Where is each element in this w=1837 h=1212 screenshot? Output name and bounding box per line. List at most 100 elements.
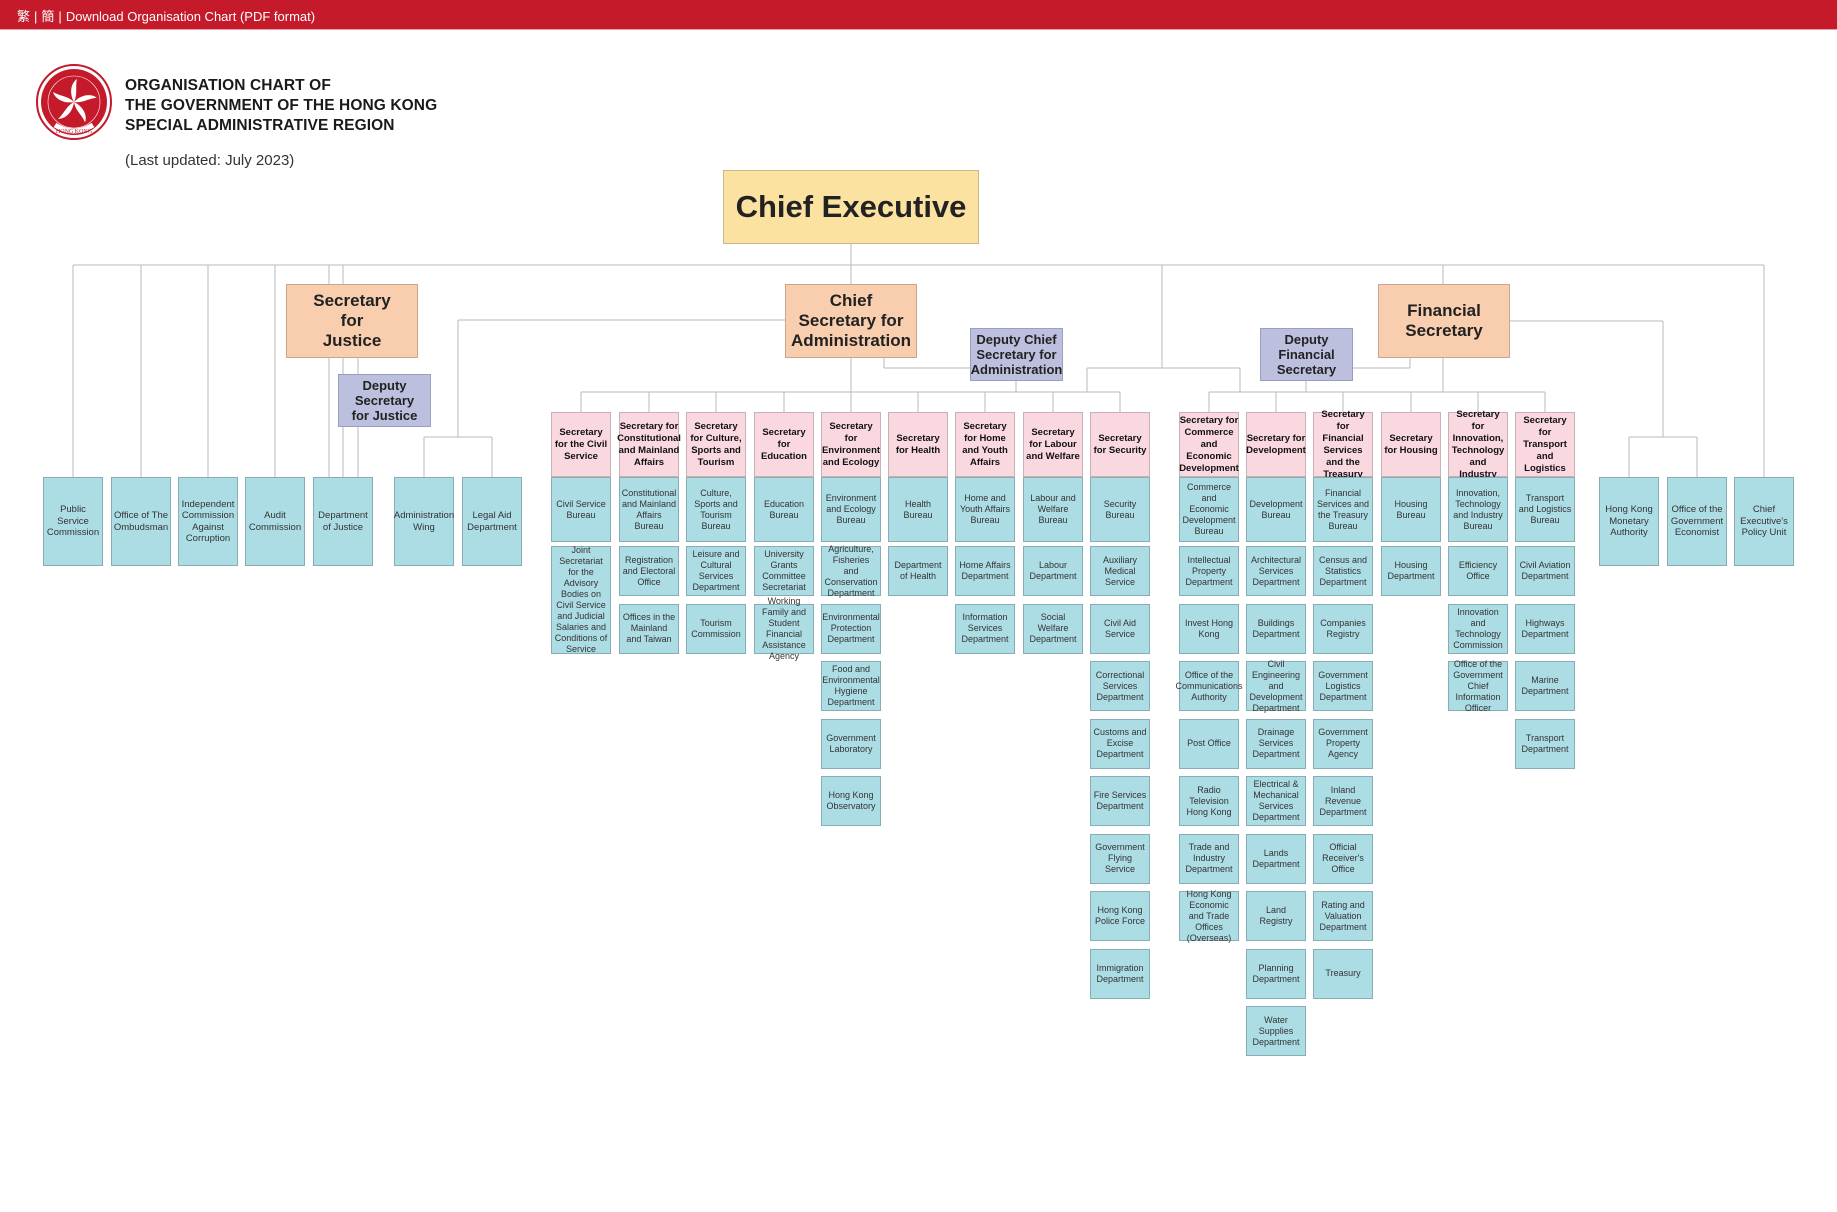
- department-correctional-services-department[interactable]: Correctional Services Department: [1090, 661, 1150, 711]
- unit-legal-aid-department[interactable]: Legal Aid Department: [462, 477, 522, 566]
- bureau-education-bureau[interactable]: Education Bureau: [754, 477, 814, 542]
- deputy-financial-secretary-box[interactable]: Deputy Financial Secretary: [1260, 328, 1353, 381]
- secretary-secretary-for-innovation-technology-and-industry[interactable]: Secretary for Innovation, Technology and…: [1448, 409, 1508, 480]
- bureau-housing-bureau[interactable]: Housing Bureau: [1381, 477, 1441, 542]
- chief-secretary-box[interactable]: Chief Secretary for Administration: [785, 284, 917, 358]
- download-pdf-link[interactable]: Download Organisation Chart (PDF format): [66, 9, 315, 24]
- department-innovation-and-technology-commission[interactable]: Innovation and Technology Commission: [1448, 603, 1508, 654]
- unit-department-of-justice[interactable]: Department of Justice: [313, 477, 373, 566]
- department-rating-and-valuation-department[interactable]: Rating and Valuation Department: [1313, 891, 1373, 941]
- unit-public-service-commission[interactable]: Public Service Commission: [43, 477, 103, 566]
- department-office-of-the-government-chief-information-officer[interactable]: Office of the Government Chief Informati…: [1448, 659, 1508, 713]
- department-architectural-services-department[interactable]: Architectural Services Department: [1246, 546, 1306, 596]
- department-efficiency-office[interactable]: Efficiency Office: [1448, 546, 1508, 596]
- bureau-commerce-and-economic-development-bureau[interactable]: Commerce and Economic Development Bureau: [1179, 477, 1239, 542]
- department-housing-department[interactable]: Housing Department: [1381, 546, 1441, 596]
- secretary-secretary-for-transport-and-logistics[interactable]: Secretary for Transport and Logistics: [1515, 412, 1575, 477]
- department-office-of-the-communications-authority[interactable]: Office of the Communications Authority: [1176, 661, 1243, 711]
- secretary-secretary-for-home-and-youth-affairs[interactable]: Secretary for Home and Youth Affairs: [955, 412, 1015, 477]
- department-joint-secretariat-for-the-advisory-bodies-on-civil-service-and-judicial-salaries-and-conditions-of-service[interactable]: Joint Secretariat for the Advisory Bodie…: [551, 545, 611, 654]
- department-agriculture-fisheries-and-conservation-department[interactable]: Agriculture, Fisheries and Conservation …: [821, 544, 881, 598]
- secretary-secretary-for-security[interactable]: Secretary for Security: [1090, 412, 1150, 477]
- department-leisure-and-cultural-services-department[interactable]: Leisure and Cultural Services Department: [686, 546, 746, 596]
- department-auxiliary-medical-service[interactable]: Auxiliary Medical Service: [1090, 546, 1150, 596]
- department-census-and-statistics-department[interactable]: Census and Statistics Department: [1313, 546, 1373, 596]
- simplified-chinese-link[interactable]: 簡: [41, 9, 54, 24]
- department-land-registry[interactable]: Land Registry: [1246, 891, 1306, 941]
- secretary-secretary-for-labour-and-welfare[interactable]: Secretary for Labour and Welfare: [1023, 412, 1083, 477]
- department-government-logistics-department[interactable]: Government Logistics Department: [1313, 661, 1373, 711]
- department-home-affairs-department[interactable]: Home Affairs Department: [955, 546, 1015, 596]
- department-customs-and-excise-department[interactable]: Customs and Excise Department: [1090, 718, 1150, 769]
- department-buildings-department[interactable]: Buildings Department: [1246, 603, 1306, 654]
- bureau-environment-and-ecology-bureau[interactable]: Environment and Ecology Bureau: [821, 477, 881, 542]
- department-trade-and-industry-department[interactable]: Trade and Industry Department: [1179, 833, 1239, 884]
- department-inland-revenue-department[interactable]: Inland Revenue Department: [1313, 776, 1373, 826]
- department-post-office[interactable]: Post Office: [1179, 718, 1239, 769]
- secretary-secretary-for-the-civil-service[interactable]: Secretary for the Civil Service: [551, 412, 611, 477]
- department-highways-department[interactable]: Highways Department: [1515, 603, 1575, 654]
- department-transport-department[interactable]: Transport Department: [1515, 718, 1575, 769]
- traditional-chinese-link[interactable]: 繁: [17, 9, 30, 24]
- department-planning-department[interactable]: Planning Department: [1246, 948, 1306, 999]
- department-government-laboratory[interactable]: Government Laboratory: [821, 718, 881, 769]
- department-treasury[interactable]: Treasury: [1313, 948, 1373, 999]
- department-civil-aviation-department[interactable]: Civil Aviation Department: [1515, 546, 1575, 596]
- department-radio-television-hong-kong[interactable]: Radio Television Hong Kong: [1179, 776, 1239, 826]
- unit-audit-commission[interactable]: Audit Commission: [245, 477, 305, 566]
- bureau-transport-and-logistics-bureau[interactable]: Transport and Logistics Bureau: [1515, 477, 1575, 542]
- unit-independent-commission-against-corruption[interactable]: Independent Commission Against Corruptio…: [178, 477, 238, 566]
- bureau-security-bureau[interactable]: Security Bureau: [1090, 477, 1150, 542]
- bureau-health-bureau[interactable]: Health Bureau: [888, 477, 948, 542]
- secretary-secretary-for-education[interactable]: Secretary for Education: [754, 412, 814, 477]
- bureau-labour-and-welfare-bureau[interactable]: Labour and Welfare Bureau: [1023, 477, 1083, 542]
- unit-chief-executive-s-policy-unit[interactable]: Chief Executive's Policy Unit: [1734, 477, 1794, 566]
- department-labour-department[interactable]: Labour Department: [1023, 546, 1083, 596]
- secretary-secretary-for-housing[interactable]: Secretary for Housing: [1381, 412, 1441, 477]
- department-civil-engineering-and-development-department[interactable]: Civil Engineering and Development Depart…: [1246, 659, 1306, 713]
- department-companies-registry[interactable]: Companies Registry: [1313, 603, 1373, 654]
- department-information-services-department[interactable]: Information Services Department: [955, 603, 1015, 654]
- secretary-secretary-for-development[interactable]: Secretary for Development: [1246, 412, 1306, 477]
- bureau-culture-sports-and-tourism-bureau[interactable]: Culture, Sports and Tourism Bureau: [686, 477, 746, 542]
- department-offices-in-the-mainland-and-taiwan[interactable]: Offices in the Mainland and Taiwan: [619, 603, 679, 654]
- bureau-financial-services-and-the-treasury-bureau[interactable]: Financial Services and the Treasury Bure…: [1313, 477, 1373, 542]
- bureau-civil-service-bureau[interactable]: Civil Service Bureau: [551, 477, 611, 542]
- department-fire-services-department[interactable]: Fire Services Department: [1090, 776, 1150, 826]
- department-drainage-services-department[interactable]: Drainage Services Department: [1246, 718, 1306, 769]
- department-environmental-protection-department[interactable]: Environmental Protection Department: [821, 603, 881, 654]
- department-hong-kong-observatory[interactable]: Hong Kong Observatory: [821, 776, 881, 826]
- department-official-receiver-s-office[interactable]: Official Receiver's Office: [1313, 833, 1373, 884]
- department-invest-hong-kong[interactable]: Invest Hong Kong: [1179, 603, 1239, 654]
- unit-administration-wing[interactable]: Administration Wing: [394, 477, 454, 566]
- secretary-secretary-for-commerce-and-economic-development[interactable]: Secretary for Commerce and Economic Deve…: [1179, 412, 1239, 477]
- bureau-home-and-youth-affairs-bureau[interactable]: Home and Youth Affairs Bureau: [955, 477, 1015, 542]
- department-social-welfare-department[interactable]: Social Welfare Department: [1023, 603, 1083, 654]
- deputy-chief-secretary-box[interactable]: Deputy Chief Secretary for Administratio…: [970, 328, 1063, 381]
- department-electrical-mechanical-services-department[interactable]: Electrical & Mechanical Services Departm…: [1246, 776, 1306, 826]
- department-university-grants-committee-secretariat[interactable]: University Grants Committee Secretariat: [754, 546, 814, 596]
- secretary-secretary-for-financial-services-and-the-treasury[interactable]: Secretary for Financial Services and the…: [1313, 409, 1373, 480]
- department-department-of-health[interactable]: Department of Health: [888, 546, 948, 596]
- unit-hong-kong-monetary-authority[interactable]: Hong Kong Monetary Authority: [1599, 477, 1659, 566]
- secretary-secretary-for-health[interactable]: Secretary for Health: [888, 412, 948, 477]
- department-government-flying-service[interactable]: Government Flying Service: [1090, 833, 1150, 884]
- department-lands-department[interactable]: Lands Department: [1246, 833, 1306, 884]
- secretary-secretary-for-environment-and-ecology[interactable]: Secretary for Environment and Ecology: [821, 412, 881, 477]
- department-tourism-commission[interactable]: Tourism Commission: [686, 603, 746, 654]
- department-working-family-and-student-financial-assistance-agency[interactable]: Working Family and Student Financial Ass…: [754, 596, 814, 661]
- secretary-secretary-for-constitutional-and-mainland-affairs[interactable]: Secretary for Constitutional and Mainlan…: [617, 412, 681, 477]
- secretary-for-justice-box[interactable]: Secretary for Justice: [286, 284, 418, 358]
- department-marine-department[interactable]: Marine Department: [1515, 661, 1575, 711]
- secretary-secretary-for-culture-sports-and-tourism[interactable]: Secretary for Culture, Sports and Touris…: [686, 412, 746, 477]
- bureau-development-bureau[interactable]: Development Bureau: [1246, 477, 1306, 542]
- department-government-property-agency[interactable]: Government Property Agency: [1313, 718, 1373, 769]
- department-hong-kong-police-force[interactable]: Hong Kong Police Force: [1090, 891, 1150, 941]
- financial-secretary-box[interactable]: Financial Secretary: [1378, 284, 1510, 358]
- department-food-and-environmental-hygiene-department[interactable]: Food and Environmental Hygiene Departmen…: [821, 661, 881, 711]
- department-immigration-department[interactable]: Immigration Department: [1090, 948, 1150, 999]
- bureau-constitutional-and-mainland-affairs-bureau[interactable]: Constitutional and Mainland Affairs Bure…: [619, 477, 679, 542]
- deputy-secretary-for-justice-box[interactable]: Deputy Secretary for Justice: [338, 374, 431, 427]
- department-intellectual-property-department[interactable]: Intellectual Property Department: [1179, 546, 1239, 596]
- department-civil-aid-service[interactable]: Civil Aid Service: [1090, 603, 1150, 654]
